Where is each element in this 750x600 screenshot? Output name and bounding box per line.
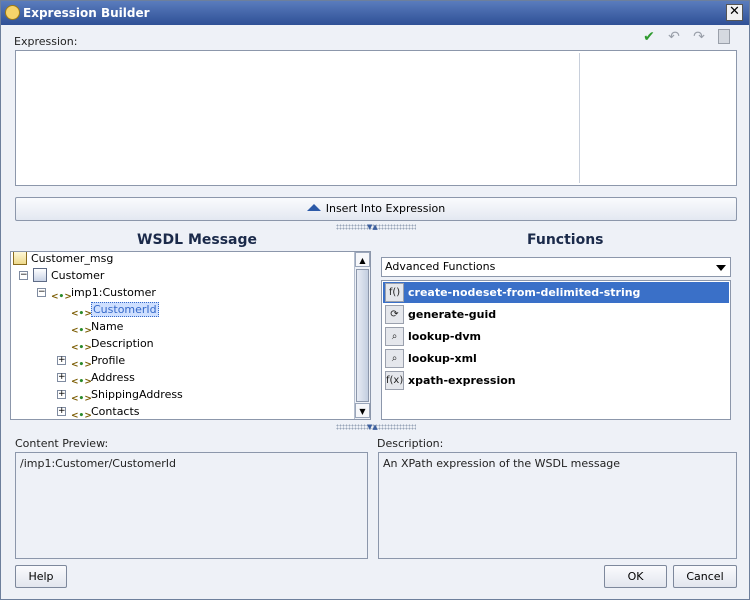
collapse-icon[interactable]: − [19,271,28,280]
expand-icon[interactable]: + [57,373,66,382]
expand-icon[interactable]: + [57,407,66,416]
wsdl-message-title: WSDL Message [137,232,257,248]
scroll-down-icon[interactable]: ▼ [355,403,370,418]
function-icon: f() [385,283,404,302]
scroll-thumb[interactable] [356,269,369,402]
functions-title: Functions [527,232,604,248]
tree-node-description[interactable]: <•>Description [71,335,154,353]
tree-node-profile[interactable]: + <•>Profile [57,352,126,370]
function-item[interactable]: f(x) xpath-expression [383,370,729,391]
title-bar[interactable]: Expression Builder ✕ [1,1,749,25]
guid-icon: ⟳ [385,305,404,324]
message-icon [33,268,47,282]
tree-node-label: Profile [91,354,126,367]
undo-icon[interactable]: ↶ [666,29,682,45]
tree-node-label: Address [91,371,135,384]
tree-node-contacts[interactable]: + <•>Contacts [57,403,140,420]
expand-icon[interactable]: + [57,356,66,365]
function-item[interactable]: ⟳ generate-guid [383,304,729,325]
tree-node-customer[interactable]: − Customer [19,267,105,284]
function-label: create-nodeset-from-delimited-string [408,286,641,299]
description-box: An XPath expression of the WSDL message [378,452,737,559]
tree-node-label: Name [91,320,124,333]
document-icon[interactable] [716,29,732,45]
collapse-icon[interactable]: − [37,288,46,297]
function-label: lookup-dvm [408,330,481,343]
function-icon: f(x) [385,371,404,390]
tree-node-label: Description [91,337,154,350]
expression-builder-dialog: Expression Builder ✕ Expression: ✔ ↶ ↷ I… [0,0,750,600]
tree-node-label: imp1:Customer [71,286,156,299]
chevron-down-icon [716,265,726,271]
expression-editor[interactable] [15,50,737,186]
tree-node-customer-msg[interactable]: Customer_msg [13,252,114,267]
tree-node-label: Customer_msg [31,252,114,265]
function-category-select[interactable]: Advanced Functions [381,257,731,277]
lookup-icon: ⌕ [385,349,404,368]
insert-into-expression-button[interactable]: Insert Into Expression [15,197,737,221]
function-label: xpath-expression [408,374,516,387]
content-preview-label: Content Preview: [15,437,109,450]
functions-list[interactable]: f() create-nodeset-from-delimited-string… [381,280,731,420]
function-item[interactable]: ⌕ lookup-xml [383,348,729,369]
redo-icon[interactable]: ↷ [691,29,707,45]
splitter-arrows-icon[interactable]: ▼▲ [367,424,378,431]
up-arrow-icon [306,204,321,211]
tree-scrollbar[interactable]: ▲ ▼ [354,252,370,419]
expression-label: Expression: [14,35,78,48]
function-item[interactable]: ⌕ lookup-dvm [383,326,729,347]
app-icon [5,5,20,20]
check-icon[interactable]: ✔ [641,29,657,45]
tree-node-label: ShippingAddress [91,388,183,401]
content-preview-text: /imp1:Customer/CustomerId [20,457,176,470]
scroll-up-icon[interactable]: ▲ [355,252,370,267]
function-category-value: Advanced Functions [385,260,496,273]
close-icon[interactable]: ✕ [726,4,743,21]
insert-button-label: Insert Into Expression [325,202,446,215]
tree-node-address[interactable]: + <•>Address [57,369,135,387]
lookup-icon: ⌕ [385,327,404,346]
description-label: Description: [377,437,444,450]
content-preview-box: /imp1:Customer/CustomerId [15,452,368,559]
function-label: generate-guid [408,308,497,321]
help-button[interactable]: Help [15,565,67,588]
element-icon: <•> [51,292,72,302]
element-icon: <•> [71,411,92,420]
splitter-arrows-icon[interactable]: ▼▲ [367,224,378,231]
tree-node-label: Contacts [91,405,140,418]
tree-node-name[interactable]: <•>Name [71,318,124,336]
expression-divider [579,53,580,183]
dialog-title: Expression Builder [23,6,150,20]
cancel-button[interactable]: Cancel [673,565,737,588]
tree-node-label: Customer [51,269,105,282]
description-text: An XPath expression of the WSDL message [383,457,621,470]
tree-node-shippingaddress[interactable]: + <•>ShippingAddress [57,386,183,404]
function-item[interactable]: f() create-nodeset-from-delimited-string [383,282,729,303]
function-label: lookup-xml [408,352,477,365]
document-icon [13,252,27,265]
tree-node-customerid[interactable]: <•>CustomerId [71,301,159,319]
tree-node-label: CustomerId [91,302,159,317]
ok-button[interactable]: OK [604,565,667,588]
tree-node-imp1-customer[interactable]: − <•>imp1:Customer [37,284,156,302]
expand-icon[interactable]: + [57,390,66,399]
wsdl-tree[interactable]: Customer_msg − Customer − <•>imp1:Custom… [10,251,371,420]
